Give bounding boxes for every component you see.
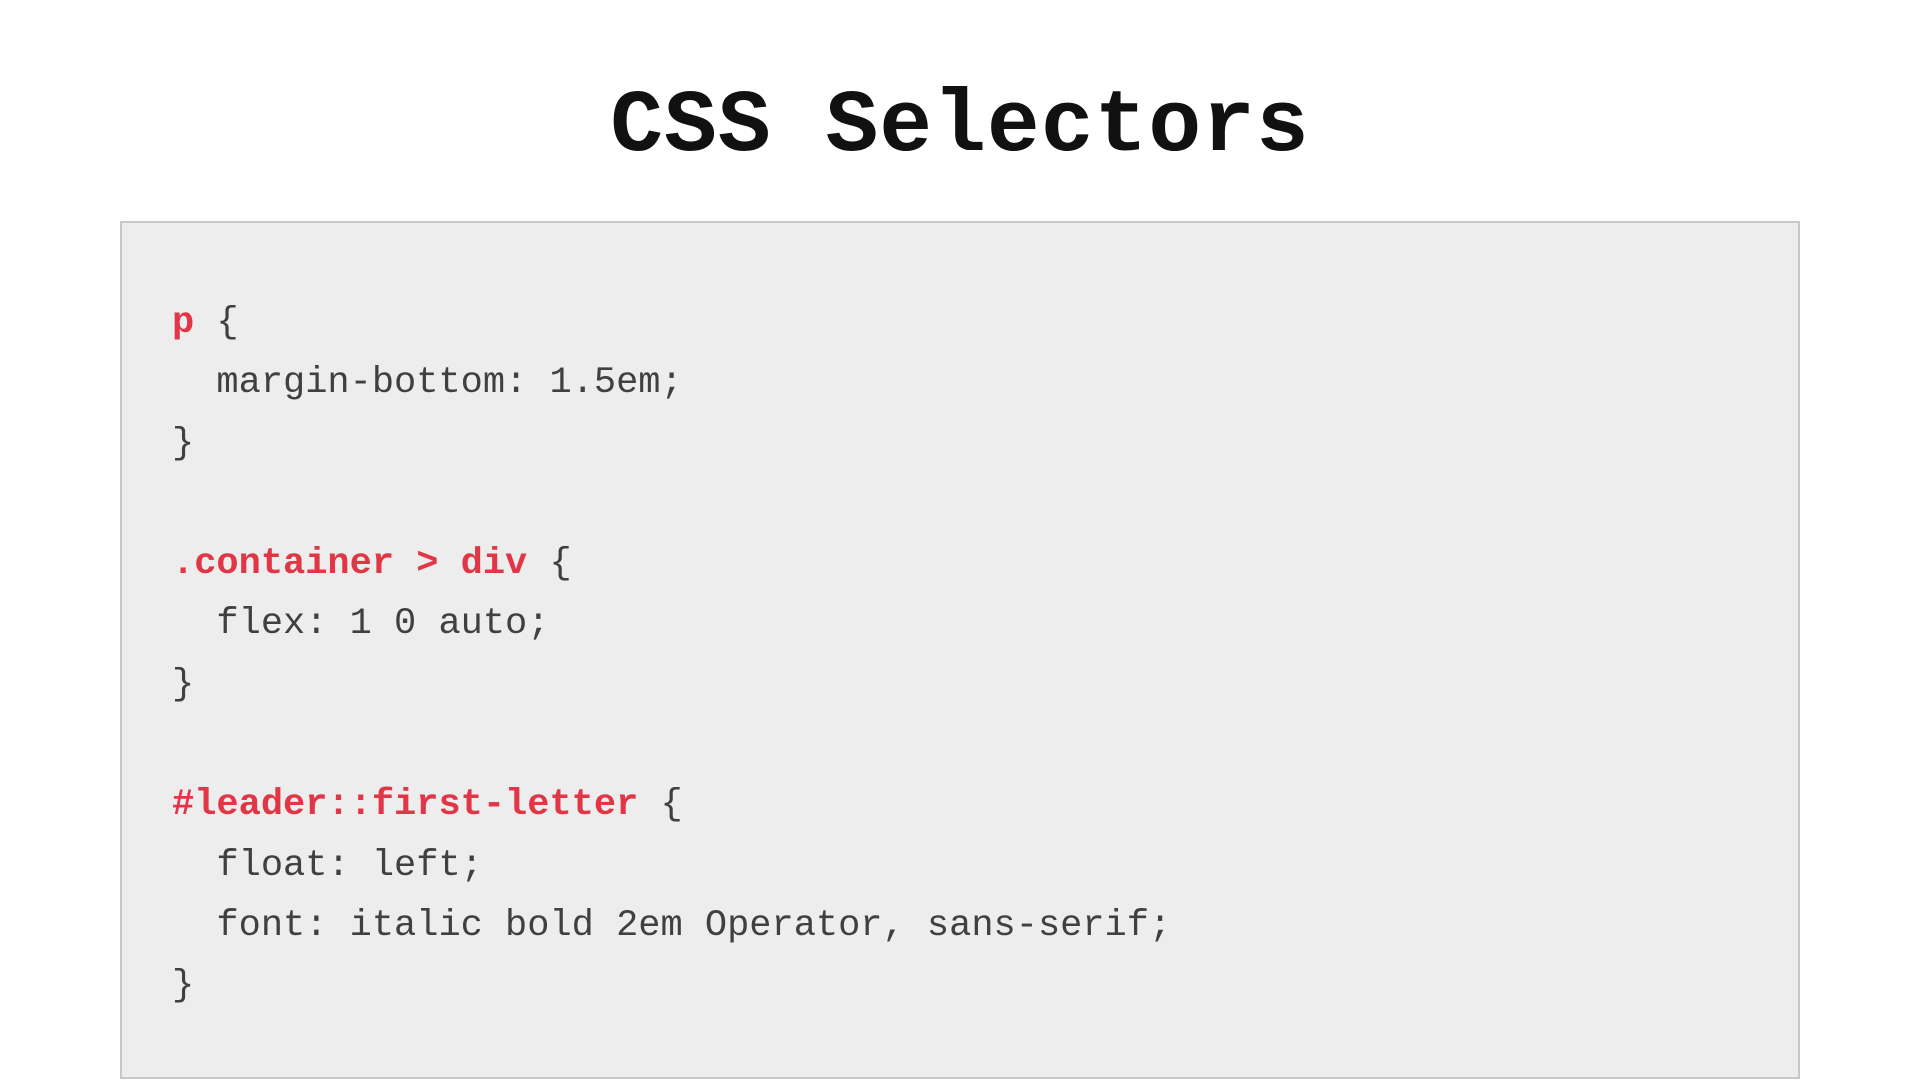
css-declaration: margin-bottom: 1.5em; <box>172 362 683 404</box>
code-block: p { margin-bottom: 1.5em; } .container >… <box>120 221 1800 1079</box>
slide-title: CSS Selectors <box>120 78 1800 177</box>
css-declaration: flex: 1 0 auto; <box>172 603 549 645</box>
brace-close: } <box>172 965 194 1007</box>
css-declaration: float: left; <box>172 845 483 887</box>
css-selector: .container > div <box>172 543 527 585</box>
brace-open: { <box>194 302 238 344</box>
css-selector: p <box>172 302 194 344</box>
brace-open: { <box>527 543 571 585</box>
brace-close: } <box>172 423 194 465</box>
css-selector: #leader::first-letter <box>172 784 638 826</box>
brace-open: { <box>638 784 682 826</box>
code-content: p { margin-bottom: 1.5em; } .container >… <box>172 293 1748 1017</box>
brace-close: } <box>172 664 194 706</box>
slide: CSS Selectors p { margin-bottom: 1.5em; … <box>0 0 1920 1080</box>
css-declaration: font: italic bold 2em Operator, sans-ser… <box>172 905 1171 947</box>
